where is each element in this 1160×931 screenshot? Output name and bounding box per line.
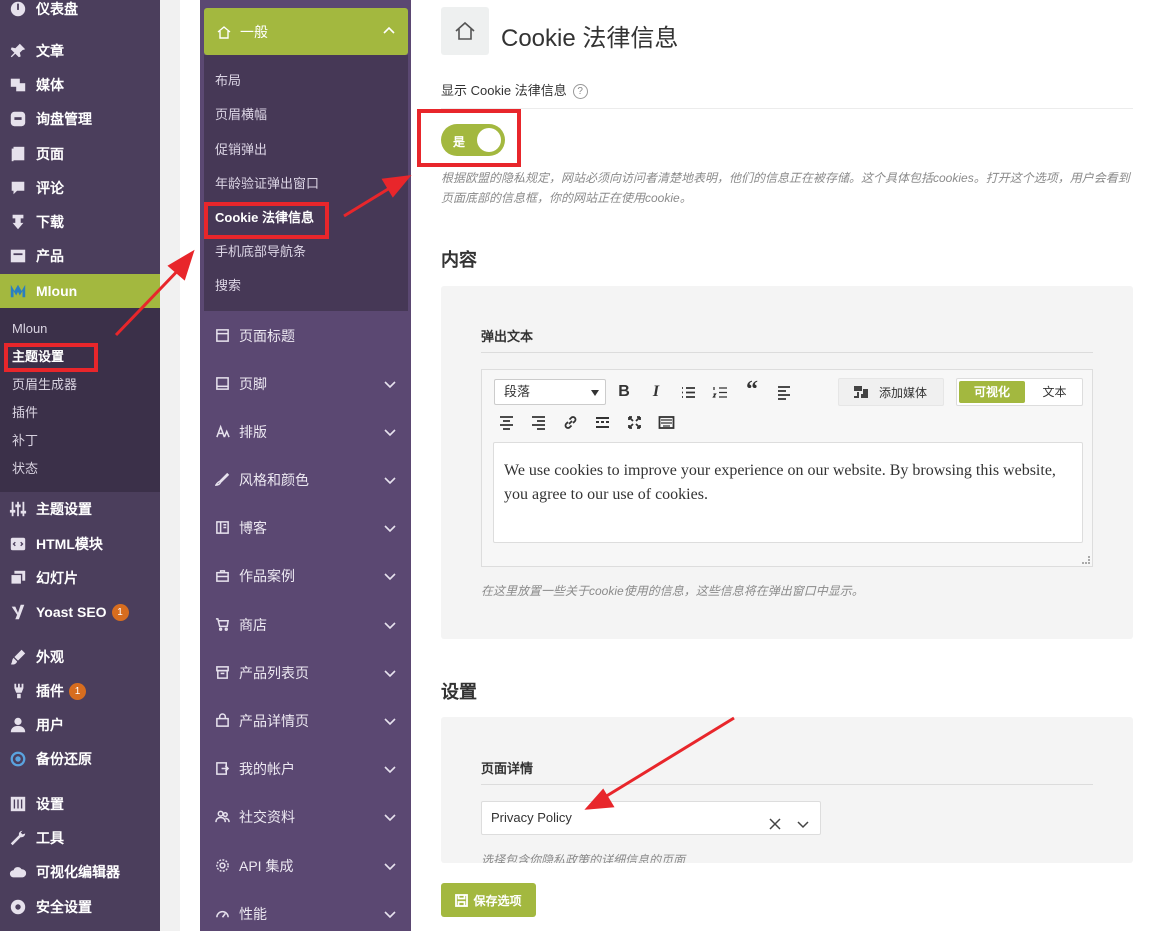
annotation-arrows <box>114 175 735 810</box>
